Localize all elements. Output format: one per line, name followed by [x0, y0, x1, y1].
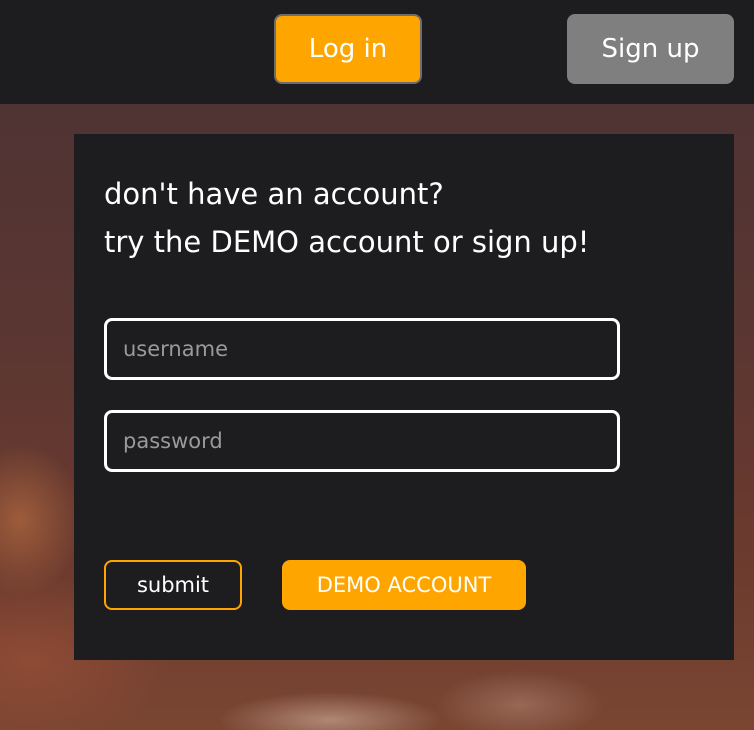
- login-button[interactable]: Log in: [274, 14, 422, 84]
- password-input[interactable]: [104, 410, 620, 472]
- top-nav-bar: Log in Sign up: [0, 0, 754, 104]
- heading-line-1: don't have an account?: [104, 177, 444, 211]
- heading-line-2: try the DEMO account or sign up!: [104, 225, 590, 259]
- username-input[interactable]: [104, 318, 620, 380]
- demo-account-button[interactable]: DEMO ACCOUNT: [282, 560, 526, 610]
- form-heading: don't have an account? try the DEMO acco…: [104, 170, 704, 266]
- submit-button[interactable]: submit: [104, 560, 242, 610]
- signup-button[interactable]: Sign up: [567, 14, 734, 84]
- login-form-card: don't have an account? try the DEMO acco…: [74, 134, 734, 660]
